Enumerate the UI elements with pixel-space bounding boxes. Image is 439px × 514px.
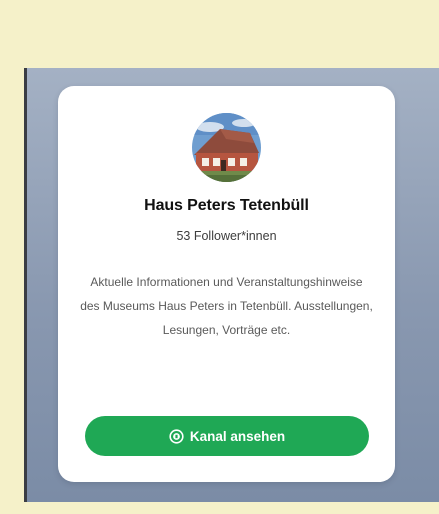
channel-avatar [192,113,261,182]
screenshot-frame: Haus Peters Tetenbüll 53 Follower*innen … [24,68,439,502]
view-channel-label: Kanal ansehen [189,428,286,444]
view-channel-button[interactable]: Kanal ansehen [85,416,369,456]
channel-card: Haus Peters Tetenbüll 53 Follower*innen … [58,86,395,482]
house-photo-icon [192,113,261,182]
channel-icon [169,428,184,444]
channel-description: Aktuelle Informationen und Veranstaltung… [80,275,373,337]
follower-count: 53 Follower*innen [176,229,277,243]
channel-name: Haus Peters Tetenbüll [144,197,309,214]
